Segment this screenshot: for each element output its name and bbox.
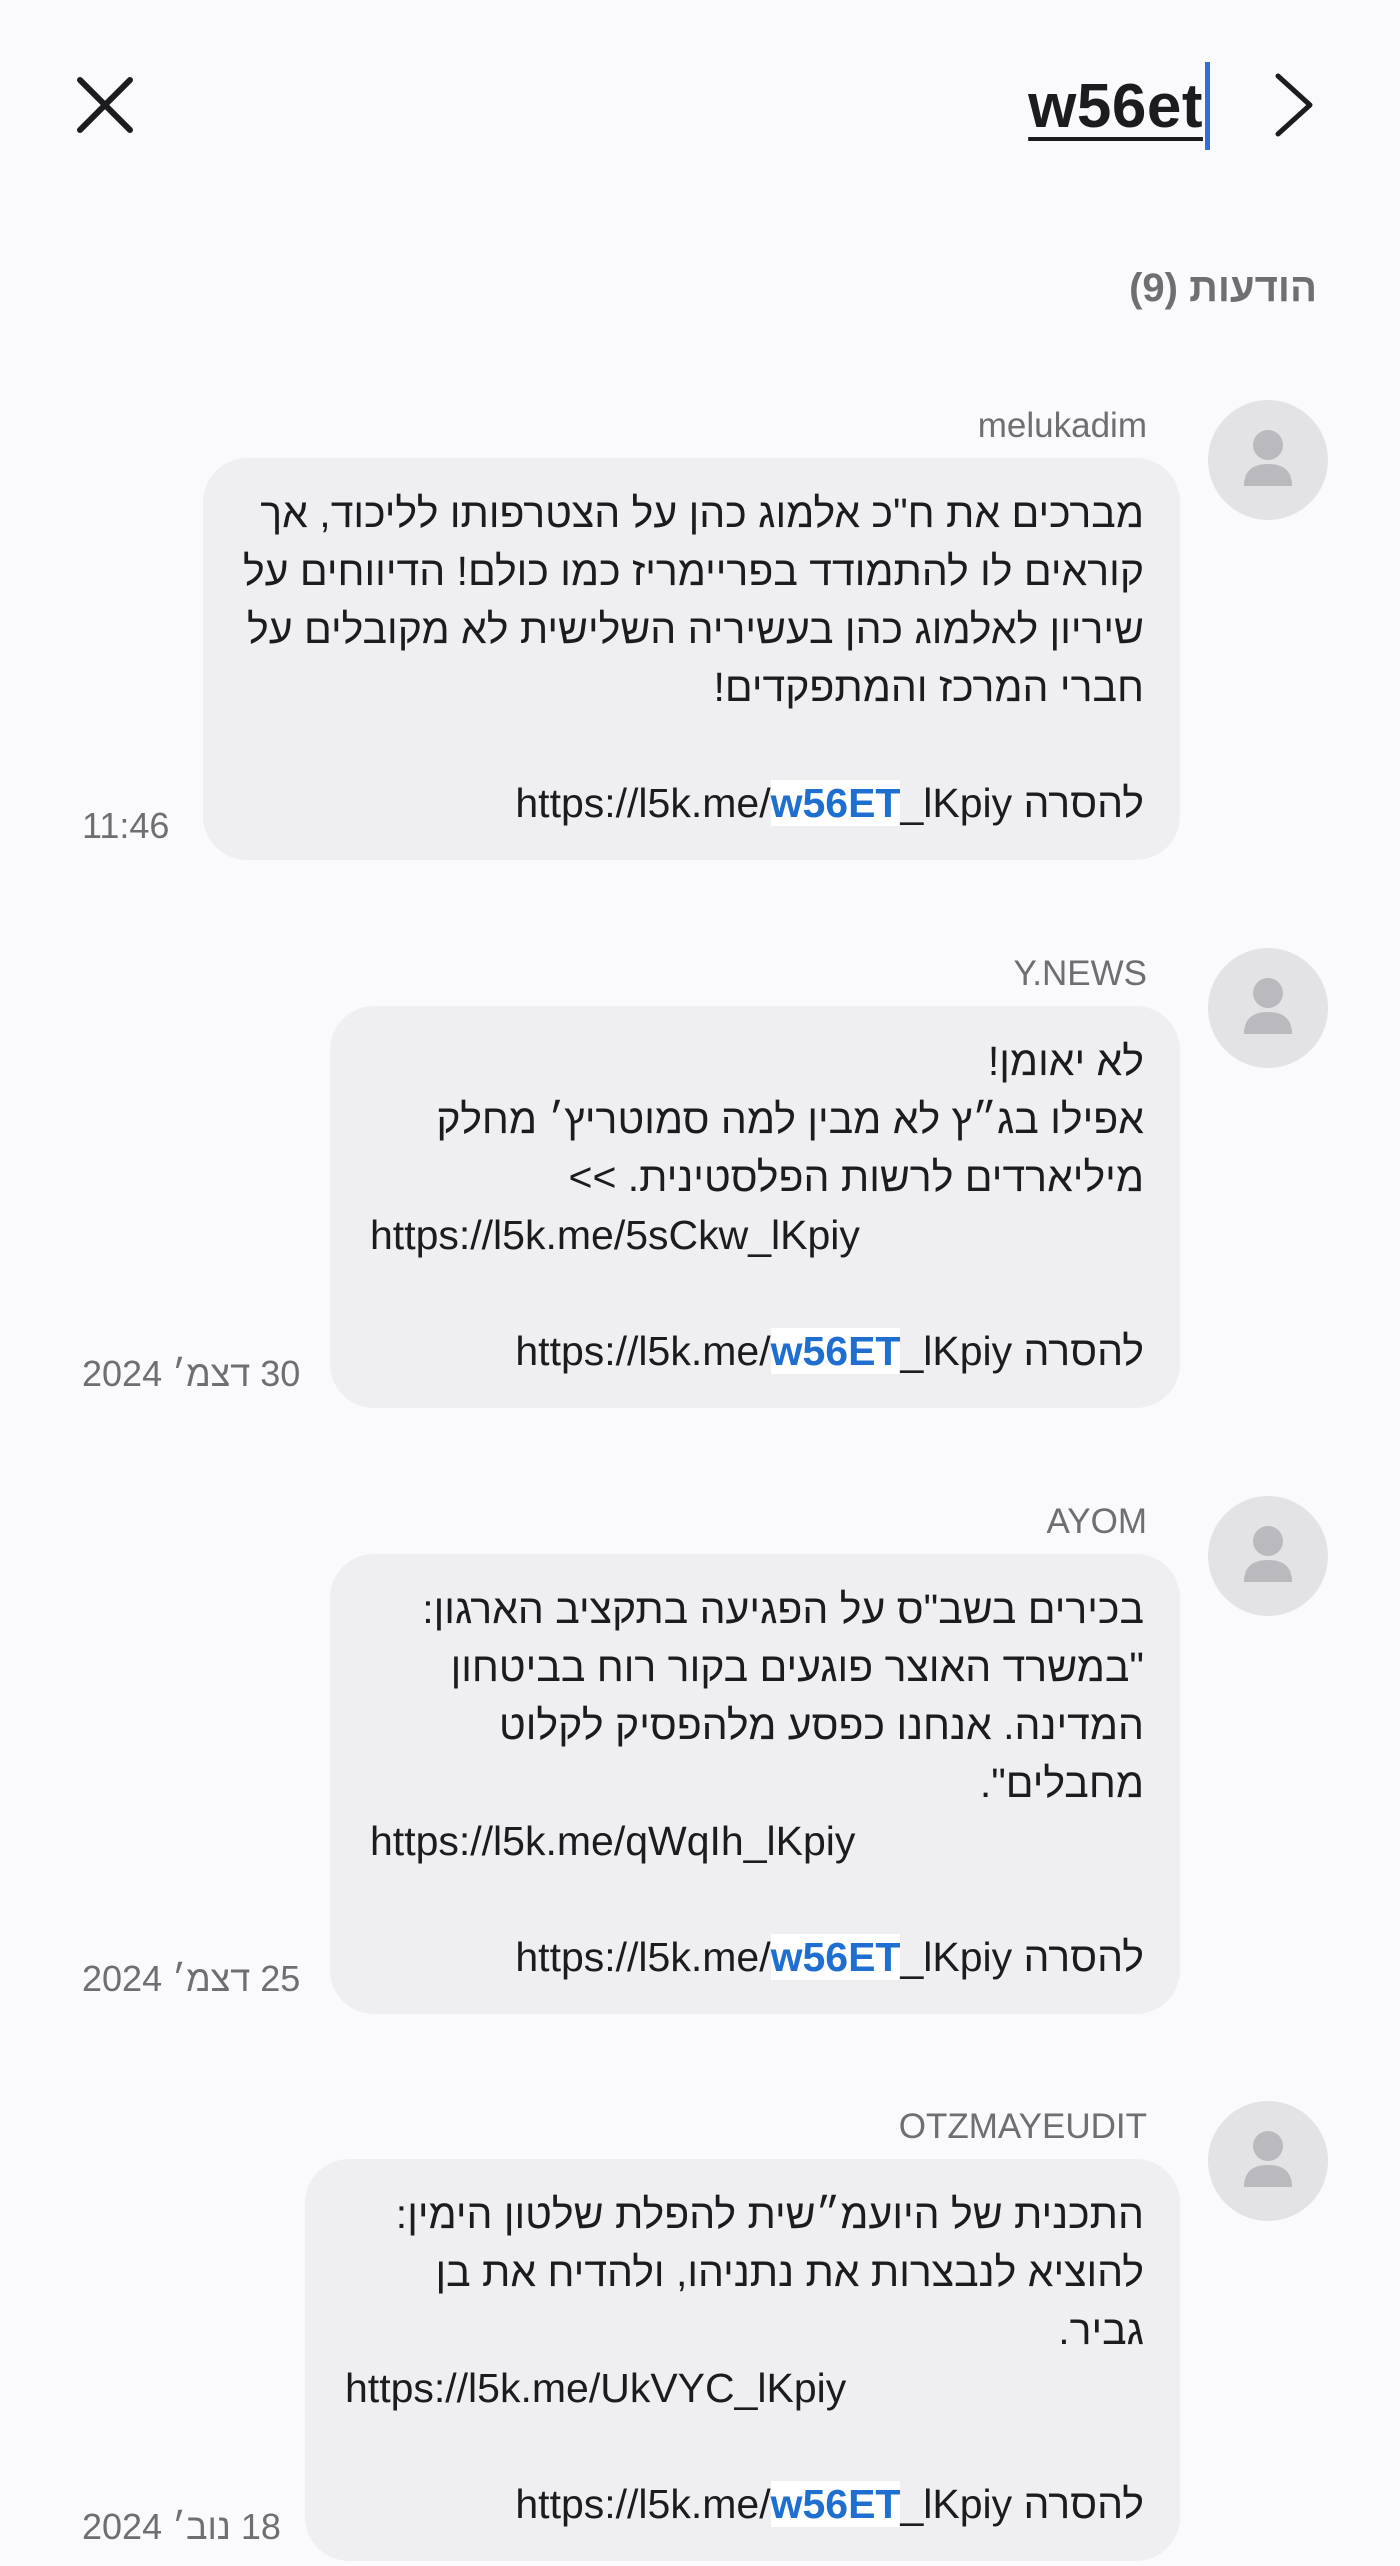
search-highlight: w56ET <box>770 780 901 826</box>
message-line: מיליארדים לרשות הפלסטינית. >> <box>568 1154 1144 1200</box>
message-line: קוראים לו להתמודד בפריימריז כמו כולם! הד… <box>242 548 1144 594</box>
message-line: לא יאומן! <box>987 1038 1144 1084</box>
message-bubble[interactable]: מברכים את ח"כ אלמוג כהן על הצטרפותו לליכ… <box>202 458 1180 860</box>
unsubscribe-url-start[interactable]: https://l5k.me/ <box>515 780 770 826</box>
unsubscribe-url-start[interactable]: https://l5k.me/ <box>515 1328 770 1374</box>
message-link[interactable]: https://l5k.me/UkVYC_lKpiy <box>345 2359 1144 2417</box>
message-sender: OTZMAYEUDIT <box>898 2107 1147 2146</box>
person-icon <box>1244 430 1292 486</box>
person-icon <box>1244 978 1292 1034</box>
unsubscribe-label: להסרה <box>1012 2481 1144 2527</box>
unsubscribe-label: להסרה <box>1012 1934 1144 1980</box>
unsubscribe-line: להסרה https://l5k.me/w56ET_lKpiy <box>370 1322 1144 1380</box>
unsubscribe-label: להסרה <box>1012 780 1144 826</box>
message-line: שיריון לאלמוג כהן בעשיריה השלישית לא מקו… <box>247 606 1144 652</box>
text-caret <box>1205 62 1210 150</box>
unsubscribe-url-end[interactable]: _lKpiy <box>900 780 1012 826</box>
message-sender: melukadim <box>977 406 1147 445</box>
message-line: מברכים את ח"כ אלמוג כהן על הצטרפותו לליכ… <box>260 490 1144 536</box>
close-icon <box>77 77 133 133</box>
messages-section-title: הודעות (9) <box>1129 266 1317 310</box>
message-time: 11:46 <box>82 805 170 846</box>
search-query-text[interactable]: w56et <box>1028 71 1203 142</box>
message-line: להוציא לנבצרות את נתניהו, ולהדיח את בן <box>435 2249 1144 2295</box>
message-line: המדינה. אנחנו כפסע מלהפסיק לקלוט <box>498 1702 1144 1748</box>
message-bubble[interactable]: בכירים בשב"ס על הפגיעה בתקציב הארגון: "ב… <box>330 1554 1180 2014</box>
message-link[interactable]: https://l5k.me/5sCkw_lKpiy <box>370 1206 1144 1264</box>
message-line: חברי המרכז והמתפקדים! <box>713 664 1144 710</box>
unsubscribe-line: להסרה https://l5k.me/w56ET_lKpiy <box>243 774 1144 832</box>
search-highlight: w56ET <box>770 1934 901 1980</box>
unsubscribe-url-end[interactable]: _lKpiy <box>900 1328 1012 1374</box>
search-header: w56et <box>0 0 1400 220</box>
unsubscribe-label: להסרה <box>1012 1328 1144 1374</box>
message-time: 25 דצמ׳ 2024 <box>82 1958 301 1999</box>
message-bubble[interactable]: לא יאומן! אפילו בג״ץ לא מבין למה סמוטריץ… <box>330 1006 1180 1408</box>
message-bubble[interactable]: התכנית של היועמ״שית להפלת שלטון הימין: ל… <box>305 2159 1180 2561</box>
close-button[interactable] <box>72 72 138 138</box>
message-line: התכנית של היועמ״שית להפלת שלטון הימין: <box>395 2191 1144 2237</box>
message-line: אפילו בג״ץ לא מבין למה סמוטריץ׳ מחלק <box>436 1096 1144 1142</box>
unsubscribe-url-start[interactable]: https://l5k.me/ <box>515 1934 770 1980</box>
avatar <box>1208 400 1328 520</box>
message-line: גביר. <box>1058 2307 1144 2353</box>
message-line: "במשרד האוצר פוגעים בקור רוח בביטחון <box>450 1644 1144 1690</box>
unsubscribe-line: להסרה https://l5k.me/w56ET_lKpiy <box>370 1928 1144 1986</box>
message-sender: Y.NEWS <box>1013 954 1147 993</box>
unsubscribe-line: להסרה https://l5k.me/w56ET_lKpiy <box>345 2475 1144 2533</box>
message-sender: AYOM <box>1046 1502 1147 1541</box>
message-line: בכירים בשב"ס על הפגיעה בתקציב הארגון: <box>422 1586 1144 1632</box>
person-icon <box>1244 2131 1292 2187</box>
message-link[interactable]: https://l5k.me/qWqIh_lKpiy <box>370 1812 1144 1870</box>
avatar <box>1208 2101 1328 2221</box>
search-highlight: w56ET <box>770 1328 901 1374</box>
message-time: 30 דצמ׳ 2024 <box>82 1353 301 1394</box>
message-line: מחבלים". <box>979 1760 1144 1806</box>
person-icon <box>1244 1526 1292 1582</box>
search-input[interactable]: w56et <box>1028 62 1210 150</box>
unsubscribe-url-end[interactable]: _lKpiy <box>900 1934 1012 1980</box>
chevron-right-icon <box>1275 73 1313 137</box>
unsubscribe-url-start[interactable]: https://l5k.me/ <box>515 2481 770 2527</box>
search-highlight: w56ET <box>770 2481 901 2527</box>
message-time: 18 נוב׳ 2024 <box>82 2506 281 2547</box>
avatar <box>1208 1496 1328 1616</box>
back-button[interactable] <box>1268 70 1318 140</box>
unsubscribe-url-end[interactable]: _lKpiy <box>900 2481 1012 2527</box>
avatar <box>1208 948 1328 1068</box>
